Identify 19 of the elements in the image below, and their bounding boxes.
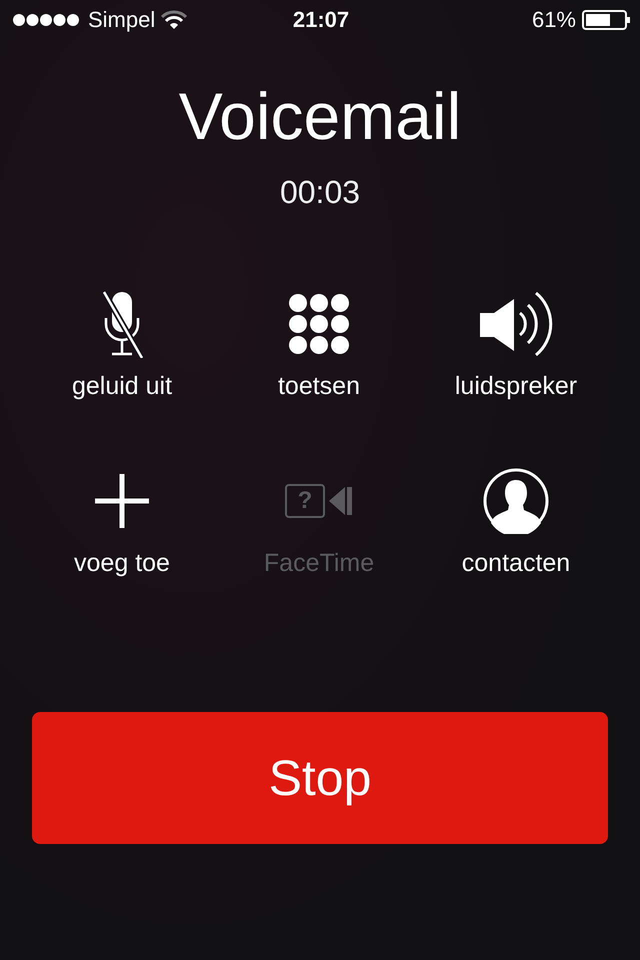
speaker-button[interactable]: luidspreker <box>412 276 620 401</box>
signal-icon <box>12 13 82 27</box>
muted-microphone-icon <box>100 290 144 358</box>
caller-name: Voicemail <box>178 78 462 155</box>
speaker-icon <box>478 291 554 357</box>
mute-button[interactable]: geluid uit <box>18 276 226 401</box>
carrier-name: Simpel <box>88 7 156 33</box>
wifi-icon <box>161 10 188 30</box>
add-button[interactable]: voeg toe <box>18 453 226 578</box>
contact-icon <box>483 468 549 534</box>
battery-icon <box>582 10 630 30</box>
keypad-icon <box>288 293 350 355</box>
clock: 21:07 <box>292 7 350 33</box>
call-duration: 00:03 <box>280 173 360 212</box>
plus-icon <box>95 474 149 528</box>
battery-percentage: 61% <box>532 7 576 33</box>
stop-button[interactable]: Stop <box>32 712 608 844</box>
contacts-button[interactable]: contacten <box>412 453 620 578</box>
keypad-button[interactable]: toetsen <box>226 276 412 401</box>
